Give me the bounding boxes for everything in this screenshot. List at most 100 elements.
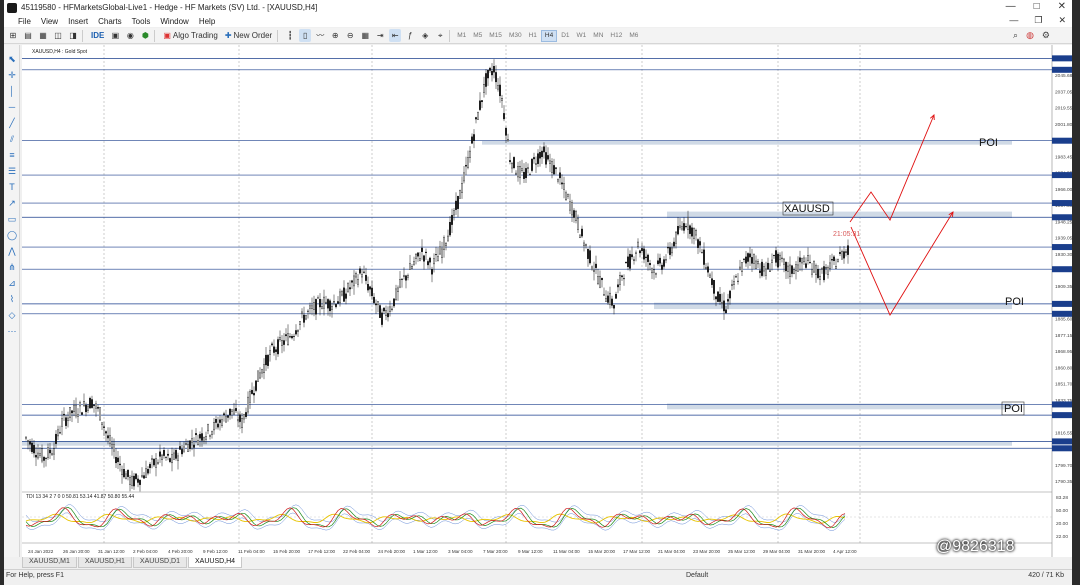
vertical-line-icon[interactable]: │ [6,85,18,97]
candlestick-icon[interactable]: ▯ [299,29,312,42]
chart-close-button[interactable]: ✕ [1058,15,1066,26]
zoom-in-icon[interactable]: ⊕ [329,29,341,42]
chart-shift-icon[interactable]: ⇤ [389,29,402,42]
chart-restore-button[interactable]: ❐ [1034,15,1042,26]
grid-icon[interactable]: ▦ [359,29,371,42]
timeframe-w1[interactable]: W1 [574,30,590,42]
minimize-button[interactable]: — [1006,1,1016,12]
new-order-button[interactable]: ✚ New Order [223,29,274,42]
chart-area[interactable]: XAUUSD,H4 : Gold Spot TDI 13 34 2 7 0 0 … [22,45,1072,557]
rectangle-icon[interactable]: ▭ [6,213,18,225]
text-icon[interactable]: T [6,181,18,193]
algo-trading-button[interactable]: ▣ Algo Trading [161,29,219,42]
timeframe-m5[interactable]: M5 [470,30,485,42]
candle-body [621,275,623,278]
maximize-button[interactable]: □ [1034,1,1040,12]
timeframe-m15[interactable]: M15 [486,30,505,42]
new-chart-icon[interactable]: ⊞ [7,29,19,42]
account-icon[interactable]: ◍ [1026,30,1034,41]
timeframe-d1[interactable]: D1 [558,30,572,42]
chart-minimize-button[interactable]: — [1009,15,1018,26]
zoom-out-icon[interactable]: ⊖ [344,29,356,42]
time-tick: 31 Jan 12:00 [98,549,125,554]
candle-body [251,389,253,394]
autoscroll-icon[interactable]: ⇥ [374,29,386,42]
level-price-tag [1052,438,1072,445]
menu-window[interactable]: Window [160,17,188,26]
tab-xauusd-m1[interactable]: XAUUSD,M1 [22,557,77,568]
candle-body [127,469,129,477]
shapes-icon[interactable]: ◇ [6,309,18,321]
candle-body [233,409,235,415]
candle-body [393,298,395,307]
menu-charts[interactable]: Charts [98,17,122,26]
more-tools-icon[interactable]: ⋯ [6,325,18,337]
menu-file[interactable]: File [18,17,31,26]
tab-xauusd-d1[interactable]: XAUUSD,D1 [132,557,187,568]
crosshair-icon[interactable]: ✛ [6,69,18,81]
tab-xauusd-h4[interactable]: XAUUSD,H4 [188,557,243,568]
market-watch-icon[interactable]: ▦ [37,29,49,42]
vps-icon[interactable]: ⬢ [139,29,151,42]
timeframe-h12[interactable]: H12 [607,30,625,42]
timeframe-m30[interactable]: M30 [506,30,525,42]
candle-body [513,157,515,169]
indicators-icon[interactable]: ƒ [404,29,416,42]
cycles-icon[interactable]: ⌇ [6,293,18,305]
candle-body [425,251,427,254]
timeframe-m6[interactable]: M6 [626,30,641,42]
line-chart-icon[interactable]: 〰 [314,29,326,42]
candle-body [809,262,811,264]
timeframe-m1[interactable]: M1 [454,30,469,42]
gann-icon[interactable]: ⊿ [6,277,18,289]
poi-label-top[interactable]: POI [979,137,998,149]
pitchfork-icon[interactable]: ⋔ [6,261,18,273]
bar-chart-icon[interactable]: ┇ [284,29,296,42]
menu-insert[interactable]: Insert [68,17,88,26]
elliott-icon[interactable]: ⋀ [6,245,18,257]
candle-body [369,286,371,290]
timeframe-mn[interactable]: MN [590,30,606,42]
poi-label-bottom[interactable]: POI [1004,403,1023,415]
equidistant-icon[interactable]: ≡ [6,149,18,161]
templates-icon[interactable]: ◈ [419,29,431,42]
timeframe-h4[interactable]: H4 [540,29,558,42]
fibonacci-icon[interactable]: ☰ [6,165,18,177]
timeframe-h1[interactable]: H1 [526,30,540,42]
menu-help[interactable]: Help [199,17,215,26]
level-price-tag [1052,66,1072,73]
terminal-icon[interactable]: ▣ [109,29,121,42]
candle-body [789,264,791,277]
menu-tools[interactable]: Tools [132,17,151,26]
arrow-icon[interactable]: ↗ [6,197,18,209]
ellipse-icon[interactable]: ◯ [6,229,18,241]
candle-body [185,443,187,445]
chart-tabs: XAUUSD,M1 XAUUSD,H1 XAUUSD,D1 XAUUSD,H4 [22,557,243,568]
price-chart[interactable]: XAUUSD,H4 : Gold Spot TDI 13 34 2 7 0 0 … [22,45,1072,557]
candle-body [431,269,433,275]
navigator-icon[interactable]: ◫ [52,29,64,42]
objects-icon[interactable]: ⌖ [434,29,446,42]
poi-label-middle[interactable]: POI [1005,296,1024,308]
tab-xauusd-h1[interactable]: XAUUSD,H1 [77,557,132,568]
candle-body [477,112,479,120]
channel-icon[interactable]: ⫽ [6,133,18,145]
ide-button[interactable]: IDE [89,29,106,42]
profiles-icon[interactable]: ▤ [22,29,34,42]
search-icon[interactable]: ⌕ [1013,30,1018,41]
cursor-icon[interactable]: ⬉ [6,53,18,65]
menu-view[interactable]: View [41,17,58,26]
settings-icon[interactable]: ⚙ [1042,30,1050,41]
candle-body [197,440,199,445]
close-button[interactable]: ✕ [1058,1,1066,12]
status-profile[interactable]: Default [686,572,708,579]
candle-body [125,473,127,480]
signals-icon[interactable]: ◉ [124,29,136,42]
candle-body [269,350,271,355]
trendline-icon[interactable]: ╱ [6,117,18,129]
symbol-label[interactable]: XAUUSD [784,203,830,215]
strategy-tester-icon[interactable]: ◨ [67,29,79,42]
price-tick: 2001.80 [1055,122,1072,128]
horizontal-line-icon[interactable]: ─ [6,101,18,113]
candle-body [61,418,63,427]
